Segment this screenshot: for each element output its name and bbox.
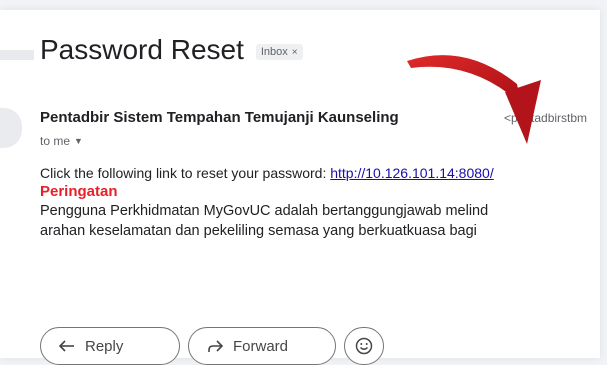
reply-icon xyxy=(59,339,75,353)
recipient-text: to me xyxy=(40,134,71,148)
reset-link[interactable]: http://10.126.101.14:8080/ xyxy=(330,165,493,181)
emoji-icon xyxy=(355,337,373,355)
action-bar: Reply Forward xyxy=(40,327,384,365)
warning-text-line2: arahan keselamatan dan pekeliling semasa… xyxy=(40,223,477,239)
forward-label: Forward xyxy=(233,337,289,355)
warning-text-line1: Pengguna Perkhidmatan MyGovUC adalah ber… xyxy=(40,203,489,219)
reset-instruction: Click the following link to reset your p… xyxy=(40,165,494,181)
email-subject: Password Reset xyxy=(40,34,244,65)
sender-name: Pentadbir Sistem Tempahan Temujanji Kaun… xyxy=(40,109,399,126)
inbox-label-chip[interactable]: Inbox × xyxy=(255,44,303,60)
divider xyxy=(0,50,34,60)
inbox-label-text: Inbox xyxy=(260,46,288,58)
emoji-reaction-button[interactable] xyxy=(344,327,384,365)
avatar[interactable] xyxy=(0,108,22,148)
forward-icon xyxy=(207,339,223,353)
recipient-details[interactable]: to me ▼ xyxy=(40,134,83,148)
chevron-down-icon[interactable]: ▼ xyxy=(74,136,83,146)
reply-label: Reply xyxy=(85,337,124,355)
red-arrow-annotation xyxy=(407,55,541,144)
reply-button[interactable]: Reply xyxy=(40,327,180,365)
forward-button[interactable]: Forward xyxy=(188,327,336,365)
warning-heading: Peringatan xyxy=(40,183,118,200)
close-icon[interactable]: × xyxy=(292,47,298,58)
subject-row: Password Reset Inbox × xyxy=(40,34,303,66)
reset-instruction-text: Click the following link to reset your p… xyxy=(40,165,331,181)
